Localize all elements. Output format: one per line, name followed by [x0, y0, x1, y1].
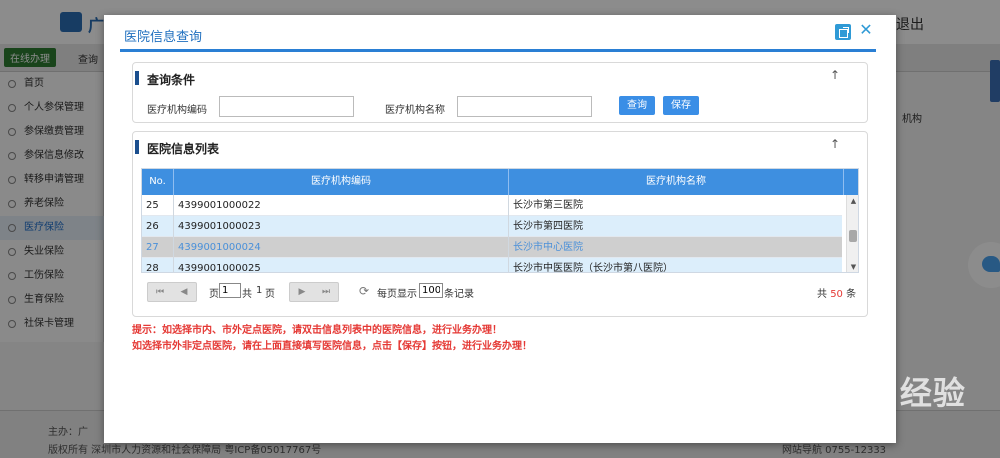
total-count: 50	[830, 289, 843, 300]
hospital-list-panel: 医院信息列表 ↑ No. 医疗机构编码 医疗机构名称 25 4399001000…	[132, 131, 868, 317]
page-prefix: 页	[209, 289, 219, 300]
next-last-group: ▶ ⏭	[289, 282, 339, 302]
cell-no: 25	[142, 195, 174, 216]
cell-code: 4399001000023	[174, 216, 509, 237]
column-header-no[interactable]: No.	[142, 169, 174, 195]
code-label: 医疗机构编码	[147, 105, 207, 116]
page-total-prefix: 共	[242, 289, 252, 300]
query-conditions-panel: 查询条件 ↑ 医疗机构编码 医疗机构名称 查询 保存	[132, 62, 868, 123]
cell-name: 长沙市第四医院	[509, 216, 842, 237]
table-row-selected[interactable]: 27 4399001000024 长沙市中心医院	[142, 237, 842, 258]
per-page-input[interactable]	[419, 283, 443, 298]
last-page-icon[interactable]: ⏭	[314, 283, 338, 301]
total-suffix: 条	[846, 289, 857, 300]
name-input[interactable]	[457, 96, 592, 117]
cell-name: 长沙市第三医院	[509, 195, 842, 216]
cell-name: 长沙市中心医院	[509, 237, 842, 258]
scroll-up-icon[interactable]: ▲	[849, 197, 858, 205]
collapse-arrow-icon[interactable]: ↑	[829, 68, 841, 82]
per-page-suffix: 条记录	[444, 289, 474, 300]
collapse-arrow-icon[interactable]: ↑	[829, 137, 841, 151]
watermark-url: jingyan.baidu.com	[770, 410, 872, 423]
panel-marker	[135, 71, 139, 85]
prev-page-icon[interactable]: ◀	[172, 283, 196, 301]
watermark-text: Bai du 经验	[768, 374, 966, 412]
next-page-icon[interactable]: ▶	[290, 283, 314, 301]
notice-text: 提示：如选择市内、市外定点医院，请双击信息列表中的医院信息，进行业务办理！ 如选…	[132, 323, 872, 355]
baidu-watermark: Bai du 经验 jingyan.baidu.com	[766, 368, 965, 428]
total-prefix: 共	[817, 289, 827, 300]
page-number-input[interactable]	[219, 283, 241, 298]
notice-line-1: 提示：如选择市内、市外定点医院，请双击信息列表中的医院信息，进行业务办理！	[132, 325, 502, 336]
save-button[interactable]: 保存	[663, 96, 699, 115]
table-row[interactable]: 26 4399001000023 长沙市第四医院	[142, 216, 842, 237]
list-panel-title: 医院信息列表	[147, 142, 220, 156]
first-prev-group: ⏮ ◀	[147, 282, 197, 302]
cell-code: 4399001000024	[174, 237, 509, 258]
query-panel-title: 查询条件	[147, 73, 196, 87]
cell-no: 28	[142, 258, 174, 272]
page-total-count: 1	[256, 285, 263, 296]
page-unit: 页	[265, 289, 275, 300]
scrollbar-thumb[interactable]	[849, 230, 857, 242]
notice-line-2: 如选择市外非定点医院，请在上面直接填写医院信息，点击【保存】按钮，进行业务办理！	[132, 341, 532, 352]
cell-no: 27	[142, 237, 174, 258]
cell-name: 长沙市中医医院（长沙市第八医院）	[509, 258, 842, 272]
cell-no: 26	[142, 216, 174, 237]
code-input[interactable]	[219, 96, 354, 117]
title-divider	[120, 49, 876, 52]
table-row[interactable]: 25 4399001000022 长沙市第三医院	[142, 195, 842, 216]
table-header: No. 医疗机构编码 医疗机构名称	[142, 169, 858, 195]
first-page-icon[interactable]: ⏮	[148, 283, 172, 301]
panel-marker	[135, 140, 139, 154]
scroll-down-icon[interactable]: ▼	[849, 263, 858, 271]
per-page-prefix: 每页显示	[377, 289, 417, 300]
dialog-title: 医院信息查询	[124, 30, 203, 45]
search-button[interactable]: 查询	[619, 96, 655, 115]
cell-code: 4399001000025	[174, 258, 509, 272]
close-icon[interactable]: ✕	[858, 21, 874, 39]
table-row[interactable]: 28 4399001000025 长沙市中医医院（长沙市第八医院）	[142, 258, 842, 272]
total-records: 共 50 条	[817, 285, 856, 300]
table-body: 25 4399001000022 长沙市第三医院 26 439900100002…	[142, 195, 842, 272]
hospital-table: No. 医疗机构编码 医疗机构名称 25 4399001000022 长沙市第三…	[141, 168, 859, 273]
name-label: 医疗机构名称	[385, 105, 445, 116]
refresh-icon[interactable]: ⟳	[357, 284, 371, 298]
cell-code: 4399001000022	[174, 195, 509, 216]
column-header-name[interactable]: 医疗机构名称	[509, 169, 844, 195]
column-header-code[interactable]: 医疗机构编码	[174, 169, 509, 195]
table-scrollbar[interactable]: ▲ ▼	[846, 195, 858, 272]
pagination-bar: ⏮ ◀ 页 共 1 页 ▶ ⏭ ⟳ 每页显示 条记录 共 50 条	[141, 280, 859, 304]
maximize-icon[interactable]	[835, 24, 851, 40]
